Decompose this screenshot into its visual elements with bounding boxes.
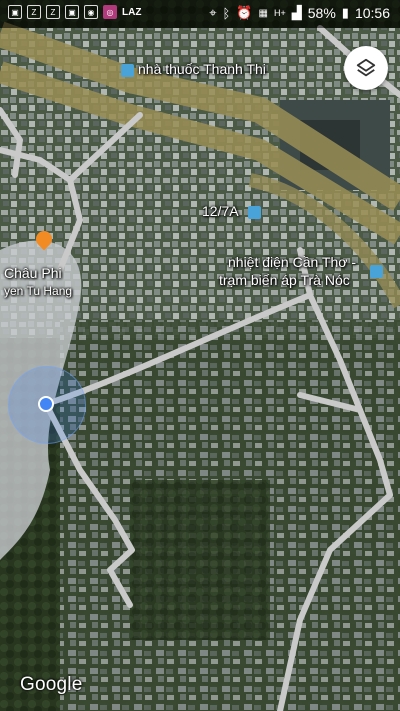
transit-icon[interactable] xyxy=(121,64,134,77)
bus-stop-label[interactable]: 12/7A xyxy=(202,203,239,219)
sim-icon: ▦ xyxy=(258,7,268,19)
google-watermark: Google xyxy=(20,674,83,695)
power-station-transit-icon[interactable] xyxy=(370,265,383,278)
location-icon: ⌖ xyxy=(209,5,217,20)
dense-trees xyxy=(130,480,270,640)
notification-icons: ▣ Z Z ▣ ◉ ◎ LAZ xyxy=(8,5,141,19)
alarm-icon: ⏰ xyxy=(236,5,253,20)
power-station-label-line1[interactable]: nhiệt điện Cần Thơ - xyxy=(228,254,356,270)
zalo-icon: Z xyxy=(46,5,60,19)
image-icon: ▣ xyxy=(65,5,79,19)
pharmacy-label[interactable]: nhà thuốc Thanh Thi xyxy=(138,61,266,77)
battery-icon: ▮ xyxy=(341,5,349,20)
restaurant-label-line1[interactable]: Châu Phi xyxy=(4,265,62,281)
system-icons: ⌖ ᛒ ⏰ ▦ H+ ▟ 58% ▮ 10:56 xyxy=(209,5,390,21)
bluetooth-icon: ᛒ xyxy=(222,5,231,21)
my-location-dot[interactable] xyxy=(38,396,54,412)
power-station-label-line2[interactable]: trạm biến áp Trà Nóc xyxy=(219,272,350,288)
network-type: H+ xyxy=(274,8,286,18)
clock: 10:56 xyxy=(354,5,390,21)
status-bar: ▣ Z Z ▣ ◉ ◎ LAZ ⌖ ᛒ ⏰ ▦ H+ ▟ 58% ▮ 10:56 xyxy=(0,0,400,28)
image-icon: ▣ xyxy=(8,5,22,19)
laz-icon: LAZ xyxy=(122,6,142,18)
signal-icon: ▟ xyxy=(291,5,302,20)
battery-percent: 58% xyxy=(307,5,336,21)
restaurant-label-line2[interactable]: yen Tu Hang xyxy=(4,284,72,298)
bus-stop-icon[interactable] xyxy=(248,206,261,219)
satellite-map[interactable] xyxy=(0,0,400,711)
instagram-icon: ◎ xyxy=(103,5,117,19)
zalo-icon: Z xyxy=(27,5,41,19)
layers-button[interactable] xyxy=(344,46,388,90)
layers-icon xyxy=(356,58,376,77)
camera-icon: ◉ xyxy=(84,5,98,19)
